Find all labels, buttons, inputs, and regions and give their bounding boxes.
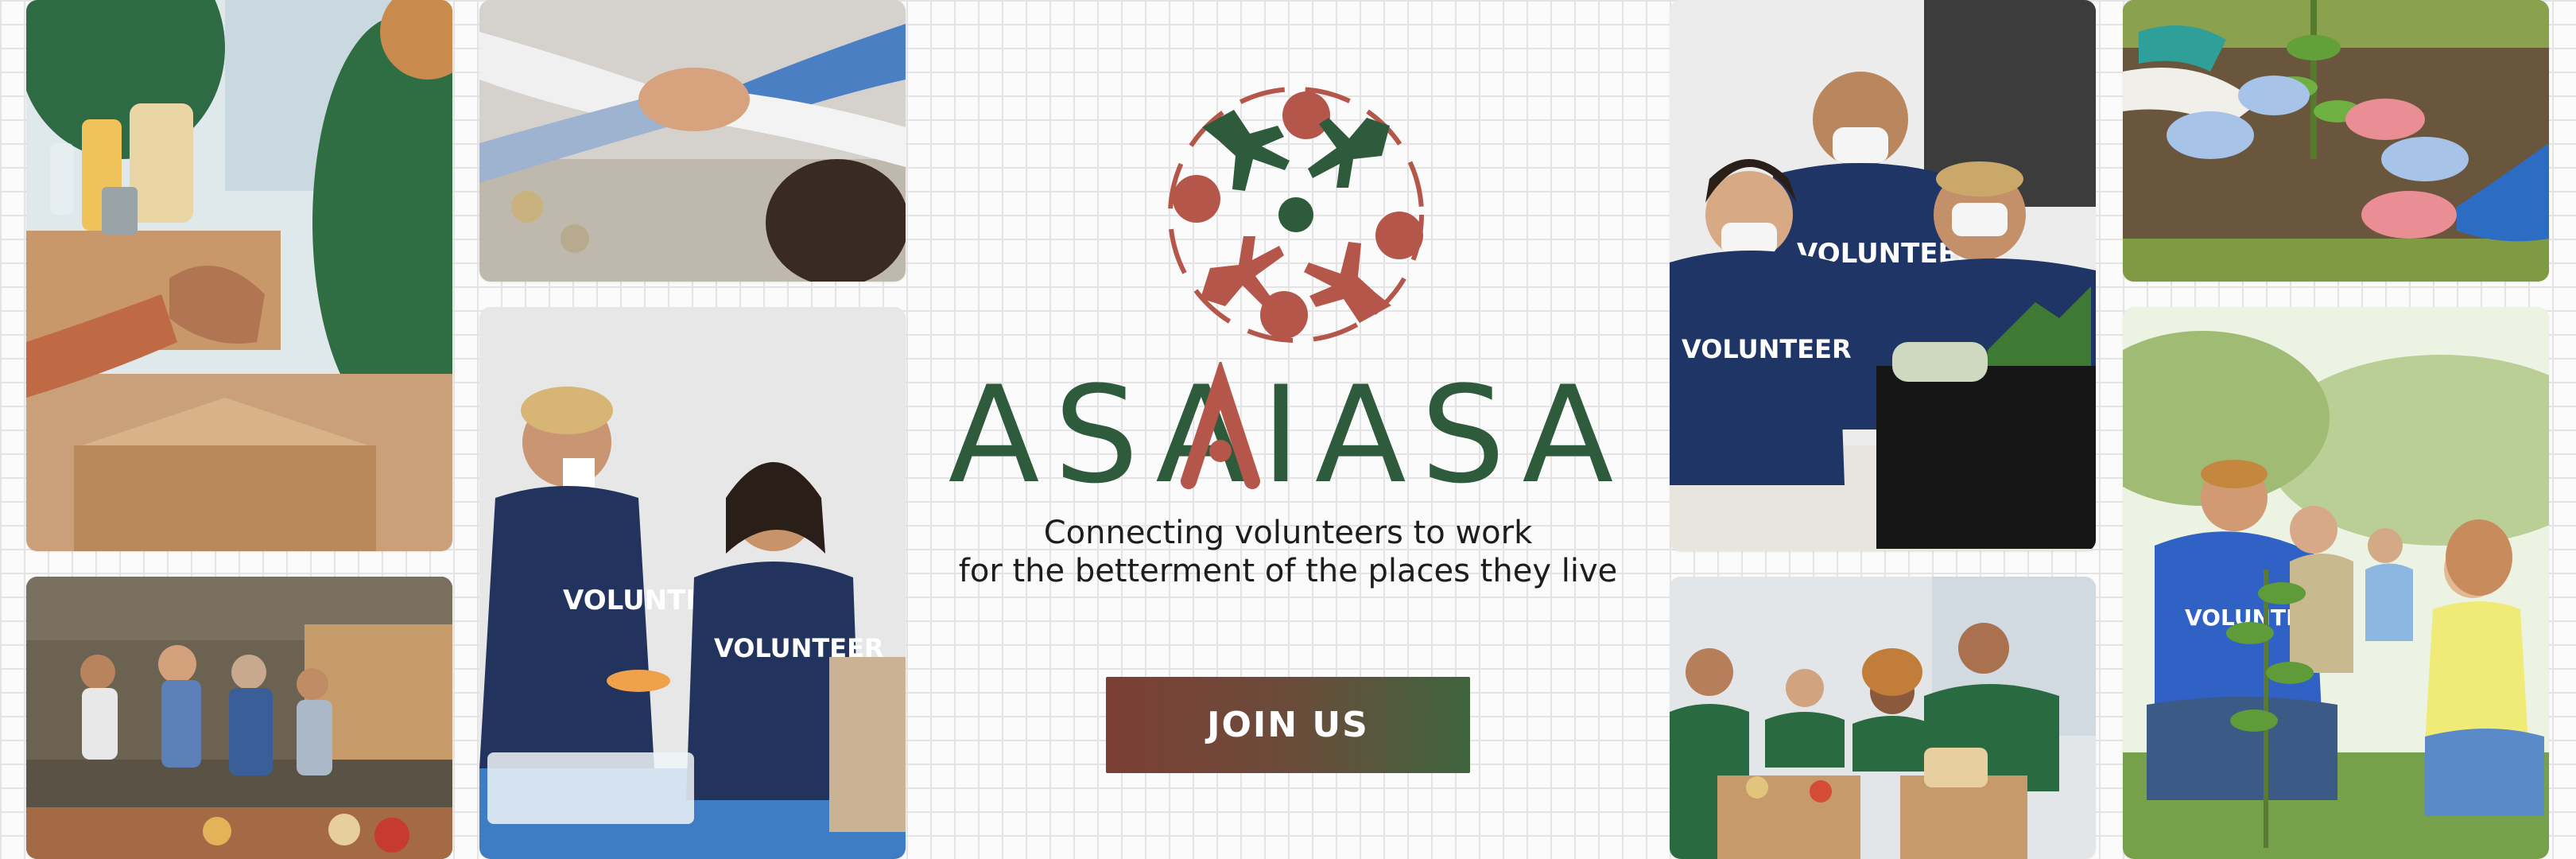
photo-food-donation-box bbox=[26, 0, 452, 551]
tagline-line-2: for the betterment of the places they li… bbox=[958, 553, 1618, 589]
photo-planting-gloves bbox=[2123, 0, 2549, 282]
photo-volunteers-sorting: VOLUNTEER VOLUNTEER bbox=[479, 307, 906, 859]
brand-name: ASAIASA bbox=[949, 362, 1628, 505]
shirt-volunteer-text-4: VOLUNTEER bbox=[1682, 334, 1852, 364]
photo-hands-together bbox=[479, 0, 906, 282]
join-us-button[interactable]: JOIN US bbox=[1106, 677, 1470, 773]
hands-emblem-icon bbox=[1168, 87, 1424, 343]
tagline-line-1: Connecting volunteers to work bbox=[1043, 515, 1533, 551]
photo-food-drive bbox=[1670, 577, 2096, 859]
center-panel: ASAIASA Connecting volunteers to work fo… bbox=[922, 0, 1654, 859]
photo-tree-planting: VOLUNTEER bbox=[2123, 307, 2549, 859]
brand-wordmark: ASAIASA bbox=[949, 362, 1628, 505]
photo-team-masks: VOLUNTEER VOLUNTEER bbox=[1670, 0, 2096, 551]
photo-warehouse-volunteers bbox=[26, 577, 452, 859]
